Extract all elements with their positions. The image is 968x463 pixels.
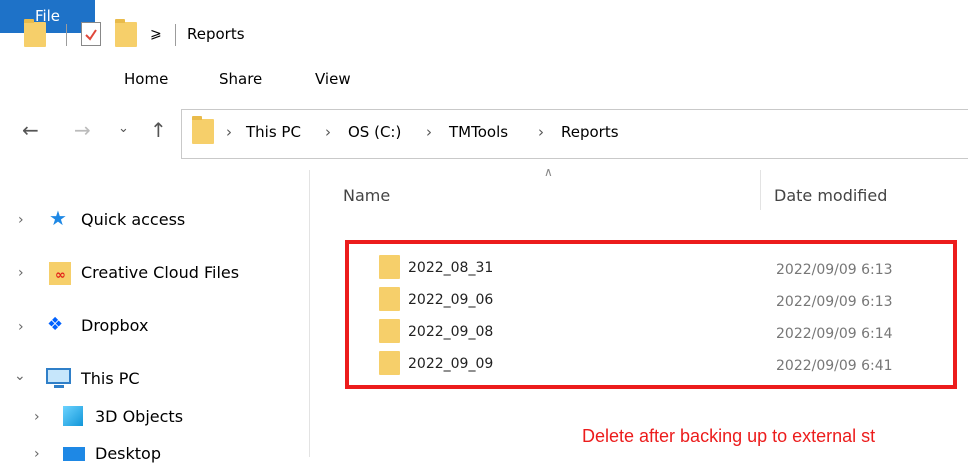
tab-share[interactable]: Share: [219, 70, 262, 88]
breadcrumb-os-c[interactable]: OS (C:): [348, 123, 401, 141]
breadcrumb-this-pc[interactable]: This PC: [246, 123, 301, 141]
highlight-box: [345, 240, 957, 389]
up-arrow-icon[interactable]: ↑: [150, 118, 167, 142]
tab-home[interactable]: Home: [124, 70, 168, 88]
breadcrumb-reports[interactable]: Reports: [561, 123, 619, 141]
creative-cloud-icon: ∞: [49, 262, 71, 285]
nav-item-quick-access[interactable]: Quick access: [81, 210, 185, 229]
breadcrumb-separator: ›: [226, 123, 232, 141]
breadcrumb-tmtools[interactable]: TMTools: [449, 123, 508, 141]
nav-item-desktop[interactable]: Desktop: [95, 444, 161, 463]
breadcrumb-separator: ›: [426, 123, 432, 141]
expand-chevron-icon[interactable]: ›: [18, 265, 24, 281]
new-folder-icon[interactable]: [115, 19, 137, 47]
back-arrow-icon[interactable]: ←: [22, 118, 39, 142]
star-icon: ★: [49, 206, 67, 230]
monitor-stand: [54, 385, 64, 388]
collapse-chevron-icon[interactable]: ⌄: [14, 368, 26, 384]
expand-chevron-icon[interactable]: ›: [34, 409, 40, 425]
forward-arrow-icon[interactable]: →: [74, 118, 91, 142]
customize-toolbar-icon[interactable]: ⩾: [150, 24, 162, 44]
dropbox-icon: ❖: [47, 314, 64, 335]
breadcrumb-separator: ›: [538, 123, 544, 141]
cube-icon: [63, 406, 83, 426]
monitor-icon: [46, 368, 71, 384]
properties-check-icon[interactable]: [81, 22, 101, 46]
column-divider[interactable]: [760, 170, 761, 210]
recent-locations-chevron-icon[interactable]: ⌄: [118, 121, 129, 136]
desktop-icon: [63, 447, 85, 461]
window-title: Reports: [187, 25, 245, 43]
expand-chevron-icon[interactable]: ›: [18, 212, 24, 228]
expand-chevron-icon[interactable]: ›: [18, 319, 24, 335]
address-folder-icon: [192, 116, 214, 144]
tab-view[interactable]: View: [315, 70, 351, 88]
nav-item-3d-objects[interactable]: 3D Objects: [95, 407, 183, 426]
navigation-pane-divider: [309, 170, 310, 457]
title-divider: [175, 24, 176, 46]
folder-icon: [24, 19, 46, 47]
nav-item-dropbox[interactable]: Dropbox: [81, 316, 148, 335]
toolbar-divider: [66, 24, 67, 46]
column-header-date-modified[interactable]: Date modified: [774, 186, 887, 205]
nav-item-this-pc[interactable]: This PC: [81, 369, 140, 388]
column-header-name[interactable]: Name: [343, 186, 390, 205]
nav-item-creative-cloud-files[interactable]: Creative Cloud Files: [81, 263, 239, 282]
sort-ascending-icon: ∧: [544, 165, 553, 179]
breadcrumb-separator: ›: [325, 123, 331, 141]
expand-chevron-icon[interactable]: ›: [34, 446, 40, 462]
annotation-note: Delete after backing up to external st: [582, 426, 876, 446]
